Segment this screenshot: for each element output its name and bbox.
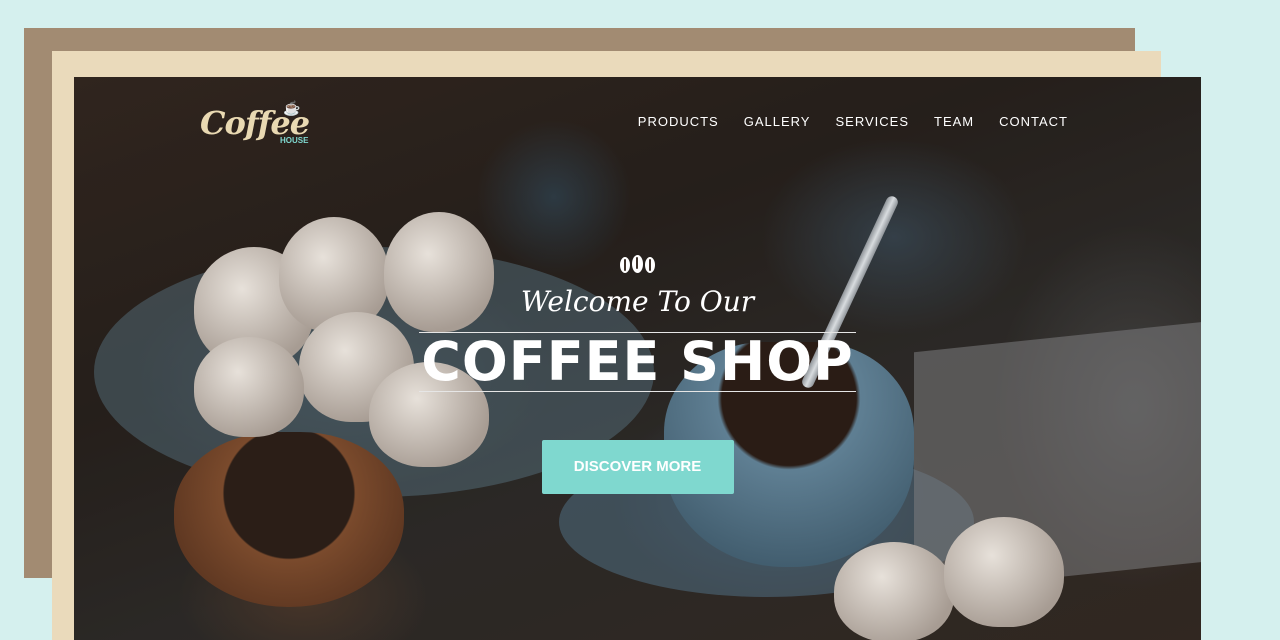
hero-content: Welcome To Our COFFEE SHOP DISCOVER MORE: [74, 255, 1201, 494]
main-nav: PRODUCTS GALLERY SERVICES TEAM CONTACT: [638, 114, 1068, 129]
coffee-beans-icon: [74, 255, 1201, 281]
nav-item-services[interactable]: SERVICES: [835, 114, 909, 129]
hero-subtitle: Welcome To Our: [520, 285, 755, 318]
nav-item-team[interactable]: TEAM: [934, 114, 974, 129]
discover-more-button[interactable]: DISCOVER MORE: [541, 440, 734, 494]
hero-title-frame: COFFEE SHOP: [419, 330, 856, 393]
logo[interactable]: ☕ Coffee HOUSE: [200, 100, 320, 150]
meringue-image: [944, 517, 1064, 627]
nav-item-products[interactable]: PRODUCTS: [638, 114, 719, 129]
logo-subtext: HOUSE: [280, 136, 309, 145]
hero-title: COFFEE SHOP: [421, 330, 854, 393]
nav-item-gallery[interactable]: GALLERY: [744, 114, 811, 129]
meringue-image: [834, 542, 954, 640]
hero-section: ☕ Coffee HOUSE PRODUCTS GALLERY SERVICES…: [74, 77, 1201, 640]
nav-item-contact[interactable]: CONTACT: [999, 114, 1068, 129]
